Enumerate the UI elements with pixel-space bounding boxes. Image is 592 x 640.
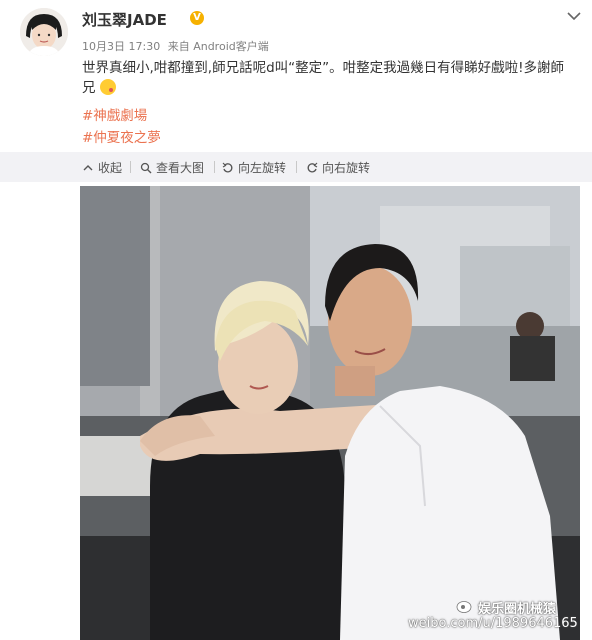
post-header: 刘玉翠JADE V 10月3日 17:30 来自 Android客户端 世界真细… [0,0,592,152]
post-meta: 10月3日 17:30 来自 Android客户端 [82,38,273,54]
divider [130,161,131,173]
search-icon [140,162,152,173]
post-text-line2: 兄 [82,80,96,96]
rotate-left-icon [222,162,233,172]
rotate-right-icon [307,162,318,172]
image-toolbar: 收起 查看大图 向左旋转 向右旋转 [0,152,592,182]
verified-badge-icon: V [190,11,204,25]
post-photo[interactable] [80,186,580,640]
divider [214,161,215,173]
username[interactable]: 刘玉翠JADE [82,9,167,30]
chevron-down-icon[interactable] [566,8,582,22]
post-date[interactable]: 10月3日 17:30 [82,40,160,53]
topic-link[interactable]: #神戲劇場 [82,104,147,124]
avatar[interactable] [20,8,68,56]
divider [296,161,297,173]
topic-link[interactable]: #仲夏夜之夢 [82,126,161,146]
rotate-right-button[interactable]: 向右旋转 [306,159,370,176]
post-source[interactable]: 来自 Android客户端 [168,40,269,53]
watermark-name: 娱乐圈机械猿 [478,602,557,617]
post-text-line1: 世界真细小,咁都撞到,師兄話呢d叫“整定”。咁整定我過幾日有得睇好戲啦!多謝師 [82,60,565,76]
view-large-button[interactable]: 查看大图 [140,159,204,176]
weibo-logo-icon [456,598,474,614]
kiss-emoji-icon [99,79,116,95]
watermark-url: weibo.com/u/1989646165 [408,616,578,631]
collapse-icon [83,164,93,170]
post-text: 世界真细小,咁都撞到,師兄話呢d叫“整定”。咁整定我過幾日有得睇好戲啦!多謝師 … [82,58,572,98]
rotate-left-button[interactable]: 向左旋转 [222,159,286,176]
collapse-button[interactable]: 收起 [82,159,122,176]
